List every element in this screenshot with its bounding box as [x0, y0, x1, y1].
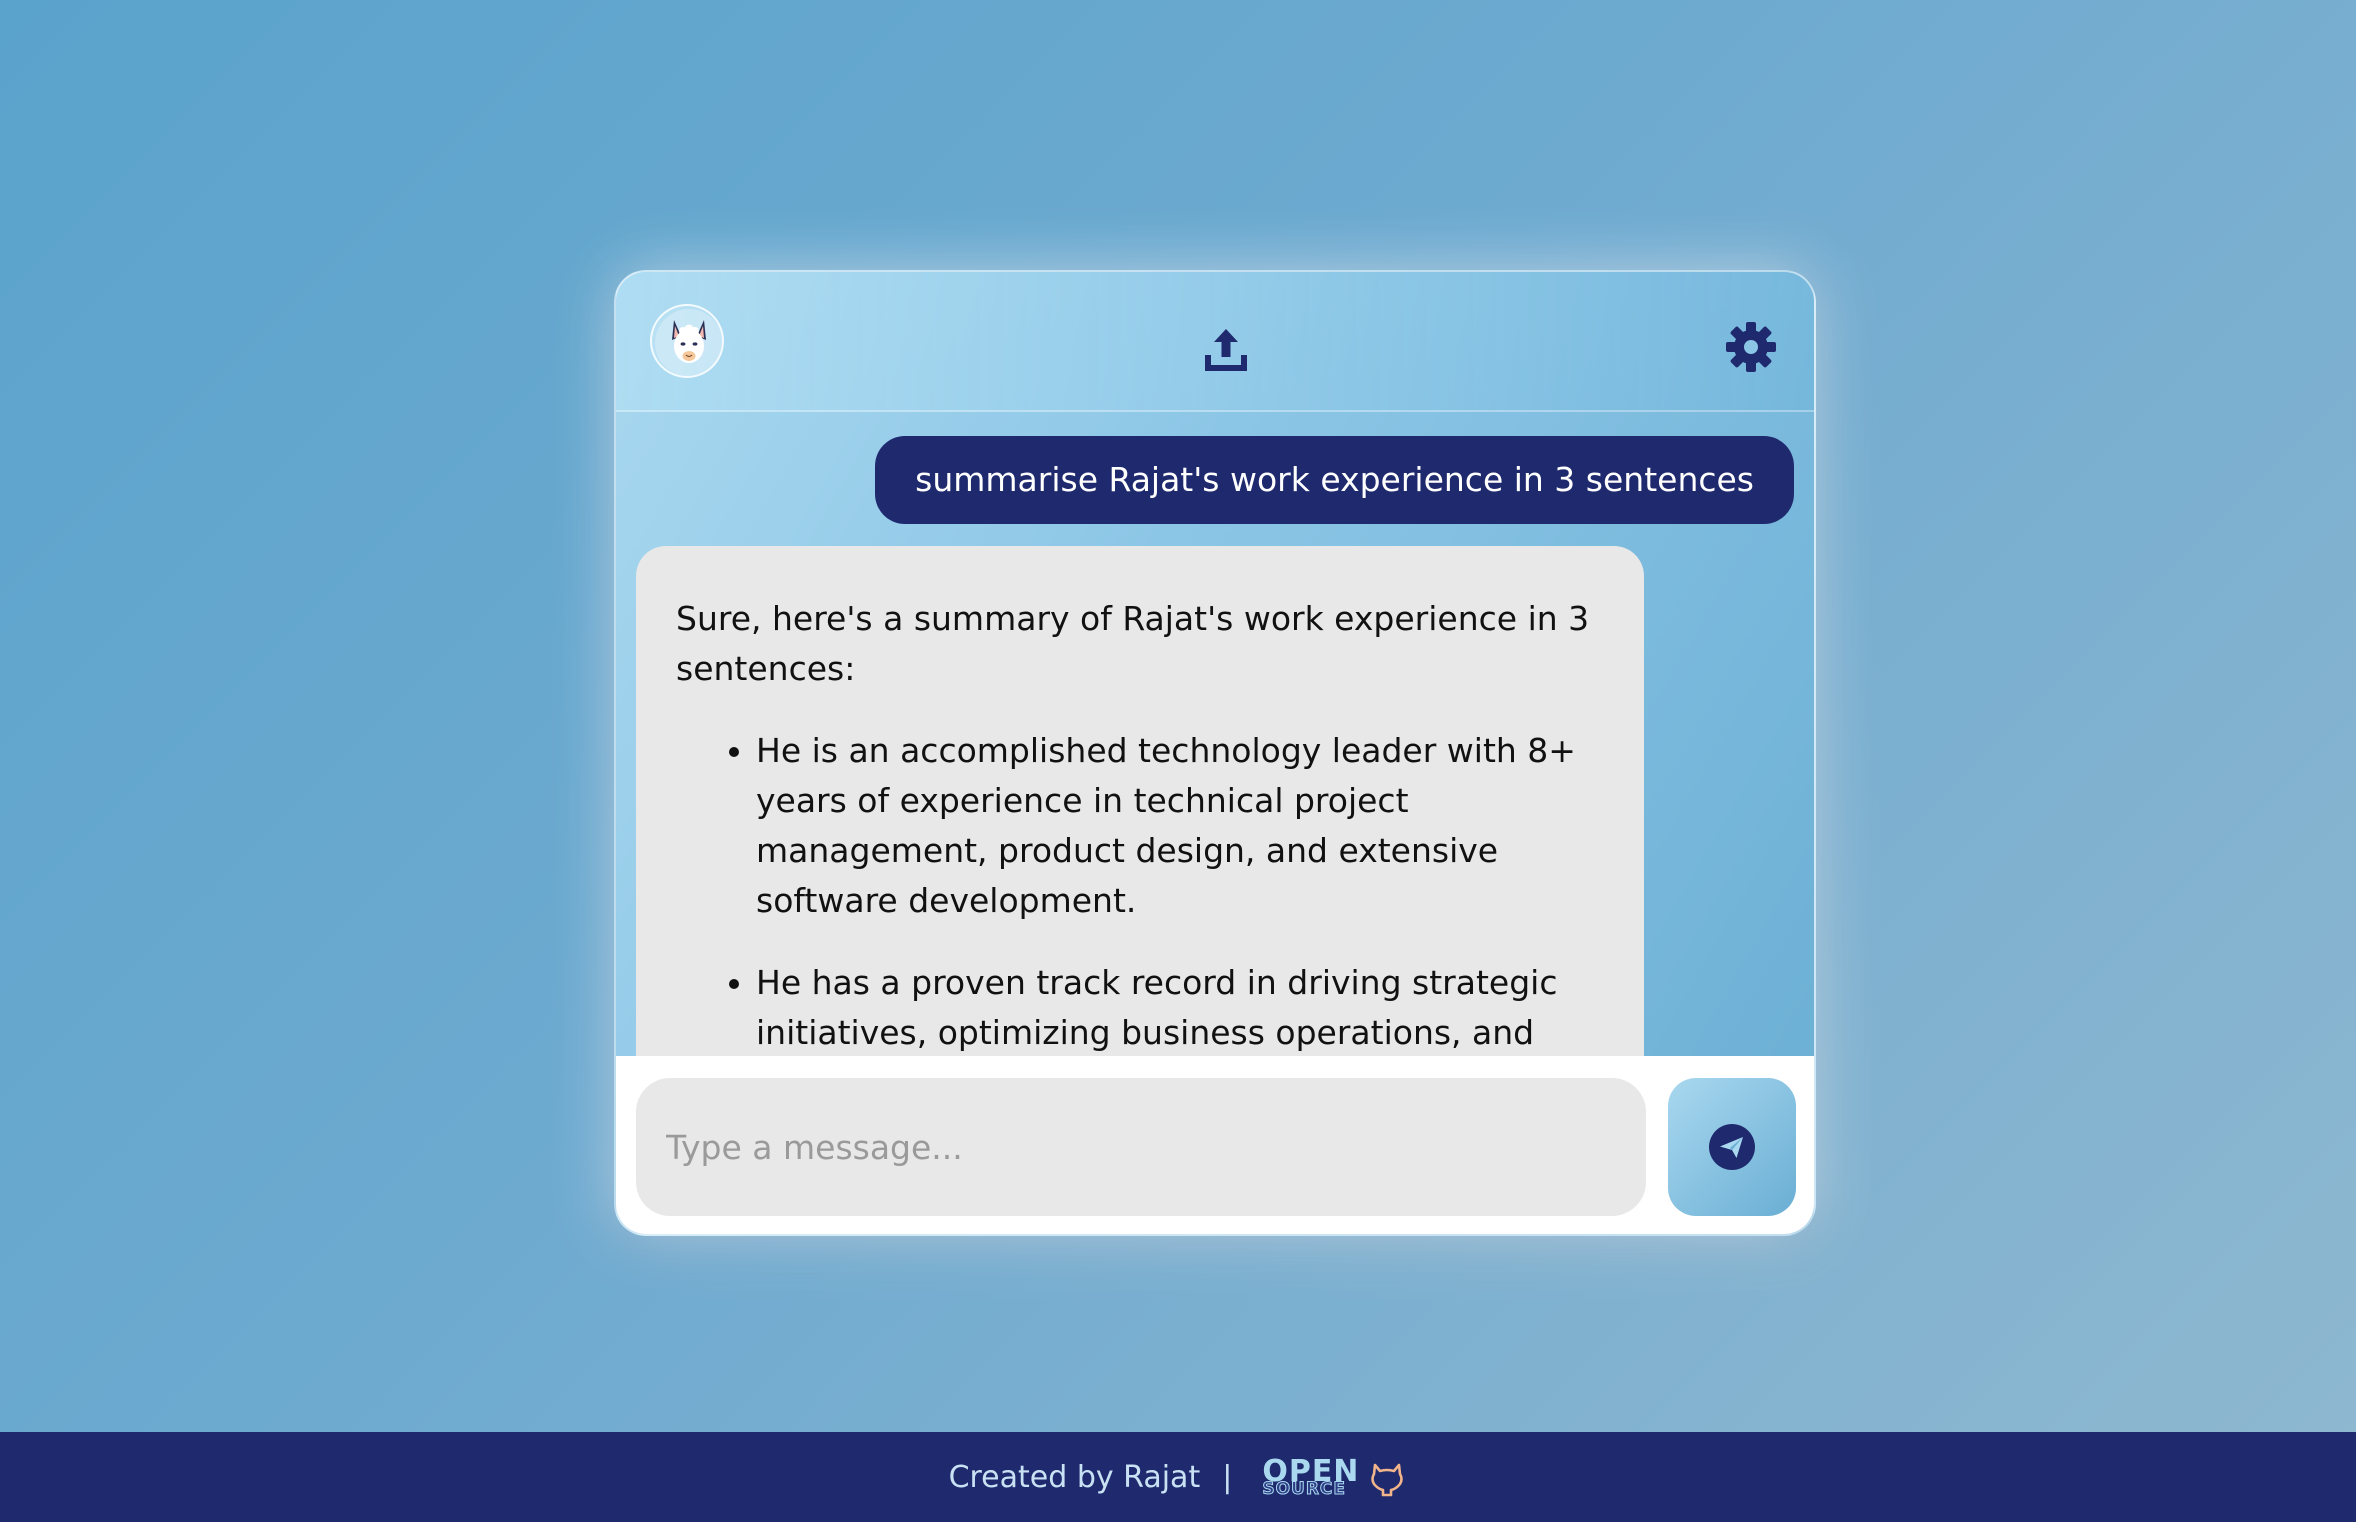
- bot-message-point: He is an accomplished technology leader …: [756, 726, 1604, 926]
- upload-icon: [1205, 329, 1247, 371]
- bot-message-bubble: Sure, here's a summary of Rajat's work e…: [636, 546, 1644, 1086]
- open-source-logo: OPEN SOURCE: [1262, 1456, 1359, 1499]
- message-input[interactable]: [636, 1078, 1646, 1216]
- footer: Created by Rajat | OPEN SOURCE: [0, 1432, 2356, 1522]
- open-source-badge[interactable]: OPEN SOURCE: [1262, 1456, 1407, 1499]
- footer-credit: Created by Rajat: [948, 1459, 1201, 1495]
- bot-message-intro: Sure, here's a summary of Rajat's work e…: [676, 599, 1590, 688]
- send-icon: [1709, 1124, 1755, 1170]
- user-message-bubble: summarise Rajat's work experience in 3 s…: [875, 436, 1794, 524]
- chat-window: summarise Rajat's work experience in 3 s…: [614, 270, 1816, 1236]
- footer-separator: |: [1222, 1459, 1233, 1495]
- upload-button[interactable]: [1192, 316, 1260, 384]
- github-icon: [1371, 1463, 1404, 1497]
- settings-button[interactable]: [1716, 312, 1786, 382]
- gear-icon: [1726, 322, 1776, 372]
- send-button[interactable]: [1668, 1078, 1796, 1216]
- chat-header: [616, 272, 1814, 412]
- badge-source-text: SOURCE: [1262, 1478, 1347, 1499]
- bot-message-list: He is an accomplished technology leader …: [676, 726, 1604, 1058]
- bot-message-point: He has a proven track record in driving …: [756, 958, 1604, 1058]
- message-composer: [616, 1056, 1814, 1234]
- llama-avatar-icon: [650, 304, 724, 378]
